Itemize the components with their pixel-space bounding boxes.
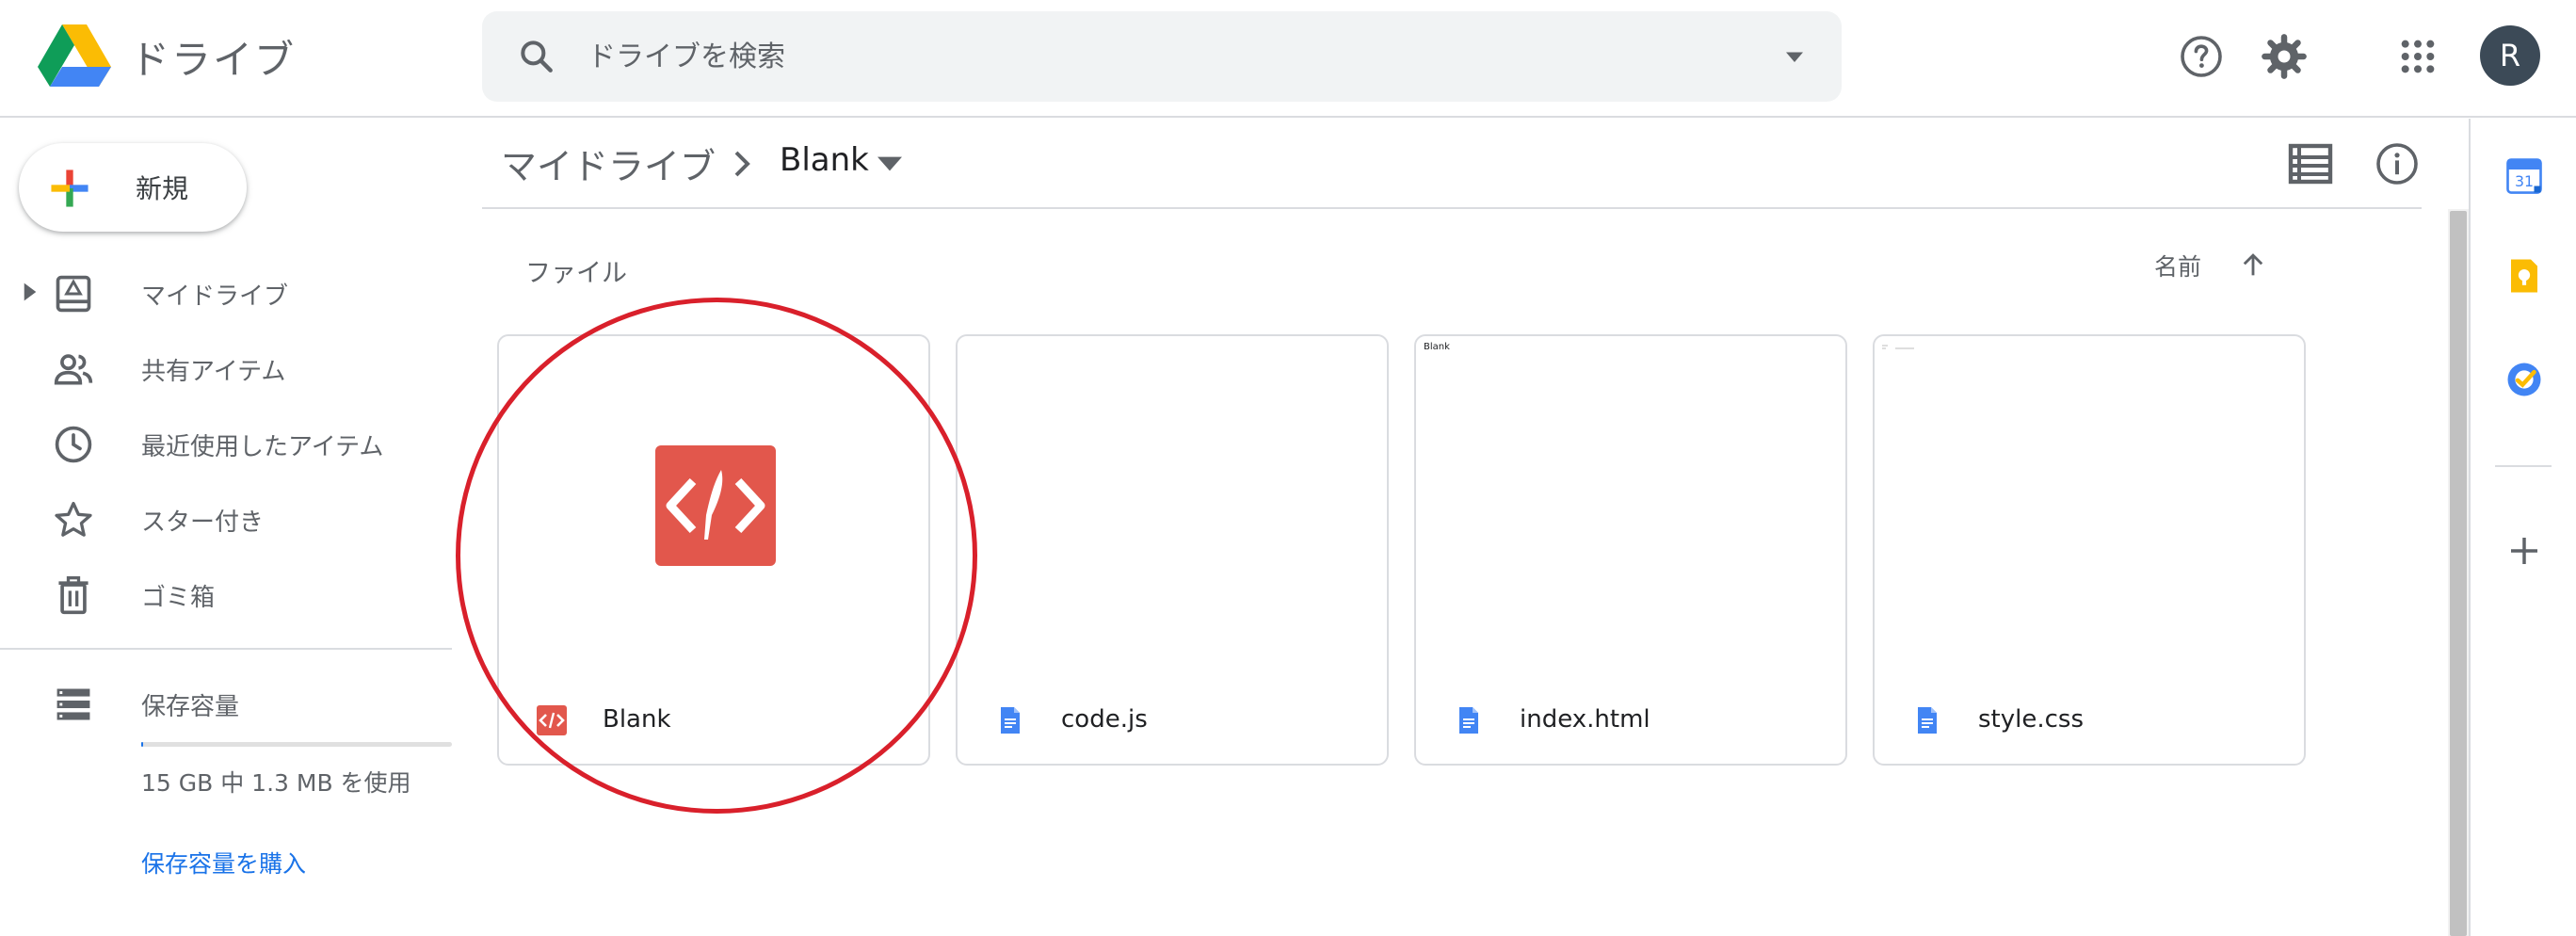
arrow-up-icon[interactable] [2237, 247, 2269, 282]
info-icon[interactable] [2375, 141, 2420, 186]
google-apps-grid-icon[interactable] [2399, 38, 2437, 75]
file-thumbnail [1875, 336, 2304, 660]
storage-usage-text: 15 GB 中 1.3 MB を使用 [141, 769, 411, 797]
gear-icon[interactable] [2260, 32, 2309, 81]
storage-usage-bar-fill [141, 742, 143, 747]
side-panel-divider [2495, 465, 2552, 467]
sidebar-item-label: 共有アイテム [141, 358, 286, 386]
file-name: index.html [1520, 705, 1650, 734]
plus-icon [51, 169, 89, 207]
avatar[interactable]: R [2480, 25, 2540, 86]
sidebar-item-label: ゴミ箱 [141, 584, 216, 612]
help-icon[interactable] [2179, 34, 2224, 79]
document-icon [1001, 707, 1020, 734]
apps-script-large-icon [655, 445, 776, 566]
sidebar-item-shared[interactable]: 共有アイテム [0, 333, 452, 401]
sidebar-item-label: マイドライブ [141, 282, 289, 311]
search-input[interactable] [588, 11, 1717, 102]
sidebar-item-storage[interactable]: 保存容量 [0, 669, 452, 736]
sidebar-item-my-drive[interactable]: マイドライブ [0, 258, 452, 326]
buy-storage-link[interactable]: 保存容量を購入 [141, 846, 306, 880]
file-card-style-css[interactable]: style.css [1873, 334, 2306, 766]
file-name: code.js [1061, 705, 1148, 734]
file-thumbnail [499, 336, 928, 660]
document-icon [1459, 707, 1478, 734]
drive-logo-icon[interactable] [38, 24, 111, 87]
sidebar-item-recent[interactable]: 最近使用したアイテム [0, 409, 452, 476]
expand-arrow-icon[interactable] [23, 282, 38, 302]
file-name: Blank [603, 705, 671, 734]
document-icon [1918, 707, 1937, 734]
app-title[interactable]: ドライブ [130, 28, 296, 86]
sidebar-item-trash[interactable]: ゴミ箱 [0, 559, 452, 627]
calendar-date-badge: 31 [2515, 172, 2534, 190]
new-button[interactable]: 新規 [19, 143, 247, 232]
top-header: ドライブ R [0, 0, 2576, 118]
tasks-icon[interactable] [2504, 360, 2544, 399]
sidebar-item-label: 最近使用したアイテム [141, 433, 384, 461]
list-view-icon[interactable] [2288, 143, 2333, 185]
thumbnail-preview-lines [1882, 345, 1914, 349]
add-addon-icon[interactable] [2504, 531, 2544, 571]
folder-menu-dropdown-icon[interactable] [877, 154, 902, 173]
scrollbar-thumb[interactable] [2450, 211, 2467, 936]
sidebar-divider [0, 648, 452, 650]
storage-usage-bar [141, 742, 452, 747]
breadcrumb: マイドライブ Blank [482, 119, 2422, 209]
clock-icon [55, 426, 92, 463]
breadcrumb-root-my-drive[interactable]: マイドライブ [501, 137, 716, 189]
sidebar-item-label: 保存容量 [141, 693, 240, 721]
people-icon [54, 354, 93, 385]
search-bar[interactable] [482, 11, 1842, 102]
search-icon[interactable] [516, 36, 557, 77]
file-thumbnail: Blank [1416, 336, 1845, 660]
search-options-dropdown-icon[interactable] [1778, 40, 1811, 73]
chevron-right-icon [734, 151, 750, 177]
trash-icon [58, 576, 89, 615]
sidebar-item-label: スター付き [141, 508, 265, 537]
file-card-blank[interactable]: Blank [497, 334, 930, 766]
thumbnail-preview-text: Blank [1424, 342, 1450, 352]
storage-icon [56, 688, 90, 720]
sidebar-item-starred[interactable]: スター付き [0, 484, 452, 552]
new-button-label: 新規 [136, 173, 189, 204]
side-panel: 31 [2469, 119, 2576, 936]
calendar-icon[interactable]: 31 [2504, 156, 2544, 196]
file-card-index-html[interactable]: Blank index.html [1414, 334, 1847, 766]
my-drive-icon [56, 275, 91, 313]
apps-script-icon [537, 705, 567, 735]
star-icon [55, 501, 92, 537]
breadcrumb-current-folder[interactable]: Blank [780, 141, 869, 179]
file-name: style.css [1978, 705, 2084, 734]
keep-icon[interactable] [2504, 256, 2544, 296]
file-card-code-js[interactable]: code.js [956, 334, 1389, 766]
files-section-heading: ファイル [525, 259, 627, 288]
sort-by-name-button[interactable]: 名前 [2154, 249, 2201, 282]
file-thumbnail [958, 336, 1387, 660]
